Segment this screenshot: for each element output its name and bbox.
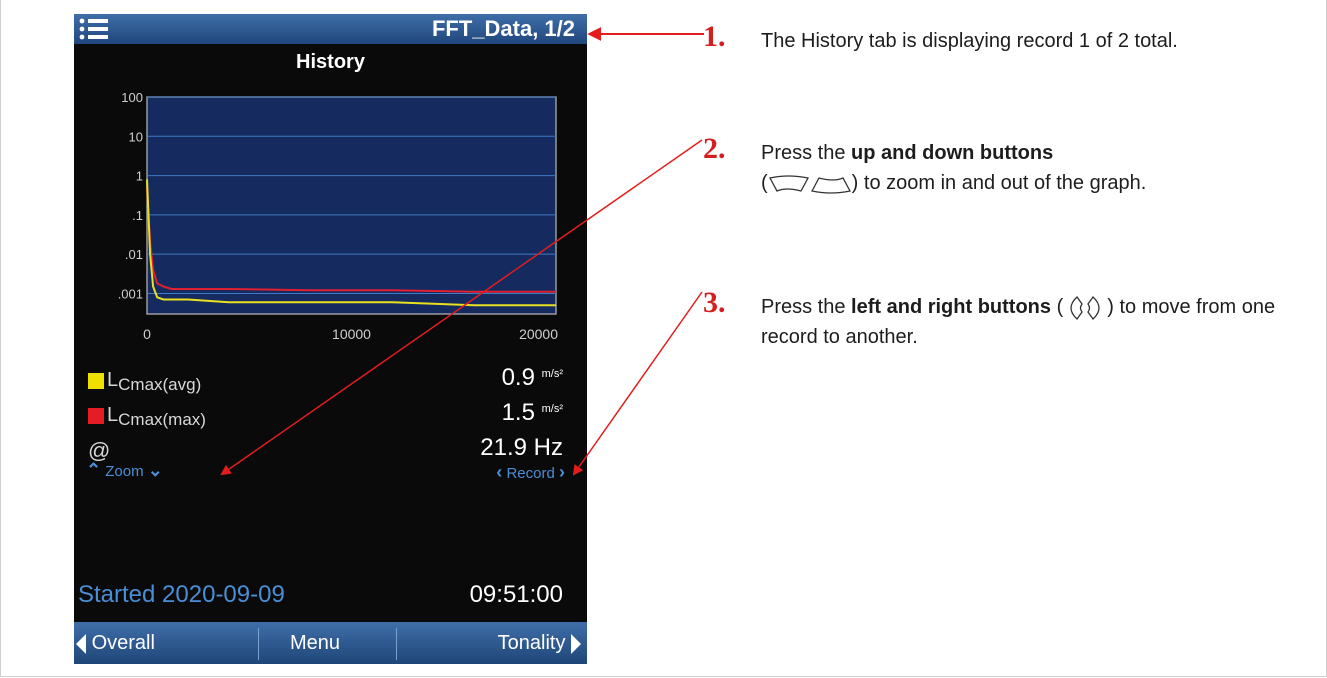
arrow-step-2 (220, 139, 703, 476)
arrow-step-3 (572, 291, 703, 476)
annotation-arrows (220, 27, 704, 476)
